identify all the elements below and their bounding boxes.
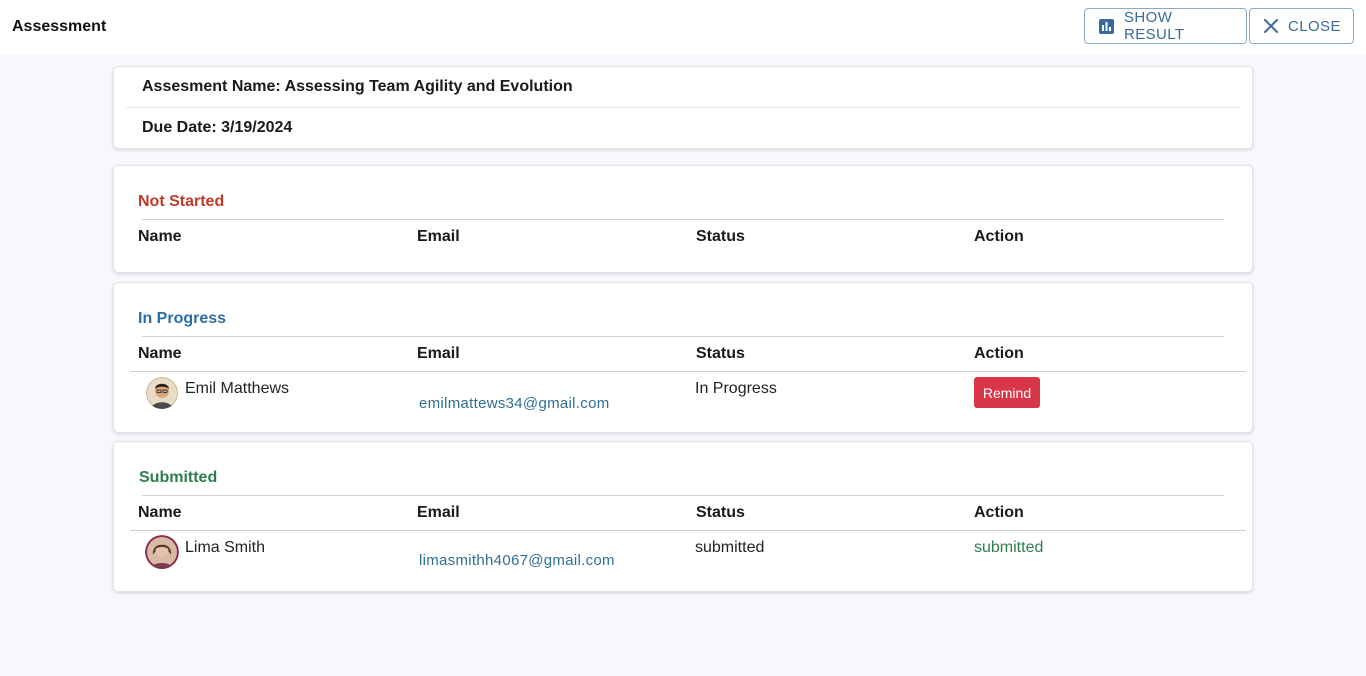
row-divider (130, 371, 1246, 372)
close-button[interactable]: CLOSE (1249, 8, 1354, 44)
column-header-action: Action (974, 345, 1024, 362)
submitted-card: Submitted Name Email Status Action Lima … (113, 441, 1253, 592)
section-divider (142, 495, 1224, 496)
assessment-name: Assesment Name: Assessing Team Agility a… (142, 78, 573, 95)
show-result-button[interactable]: SHOW RESULT (1084, 8, 1247, 44)
divider (126, 107, 1240, 108)
due-date: Due Date: 3/19/2024 (142, 119, 293, 136)
not-started-card: Not Started Name Email Status Action (113, 165, 1253, 273)
column-header-status: Status (696, 228, 745, 245)
in-progress-card: In Progress Name Email Status Action Emi… (113, 282, 1253, 433)
section-divider (142, 336, 1224, 337)
row-name: Lima Smith (185, 539, 266, 556)
row-email[interactable]: limasmithh4067@gmail.com (419, 552, 615, 569)
close-icon (1264, 19, 1278, 33)
row-status: submitted (695, 539, 765, 556)
row-status: In Progress (695, 380, 777, 397)
show-result-label: SHOW RESULT (1124, 9, 1185, 43)
row-action-submitted: submitted (974, 539, 1044, 556)
column-header-name: Name (138, 228, 182, 245)
section-title-in-progress: In Progress (138, 310, 227, 327)
column-header-name: Name (138, 345, 182, 362)
assessment-info-card: Assesment Name: Assessing Team Agility a… (113, 66, 1253, 149)
section-title-submitted: Submitted (139, 469, 218, 486)
avatar (145, 535, 179, 569)
column-header-email: Email (417, 228, 460, 245)
bar-chart-icon (1099, 18, 1114, 34)
row-name: Emil Matthews (185, 380, 290, 397)
section-title-not-started: Not Started (138, 193, 225, 210)
avatar (146, 377, 178, 409)
top-bar: Assessment SHOW RESULT CLOSE (0, 0, 1366, 54)
remind-button[interactable]: Remind (974, 377, 1040, 408)
column-header-action: Action (974, 504, 1024, 521)
column-header-email: Email (417, 345, 460, 362)
column-header-status: Status (696, 504, 745, 521)
row-email[interactable]: emilmattews34@gmail.com (419, 395, 610, 412)
column-header-action: Action (974, 228, 1024, 245)
page-title: Assessment (12, 18, 107, 35)
column-header-status: Status (696, 345, 745, 362)
close-label: CLOSE (1288, 17, 1341, 35)
column-header-email: Email (417, 504, 460, 521)
column-header-name: Name (138, 504, 182, 521)
row-divider (130, 530, 1246, 531)
section-divider (142, 219, 1224, 220)
